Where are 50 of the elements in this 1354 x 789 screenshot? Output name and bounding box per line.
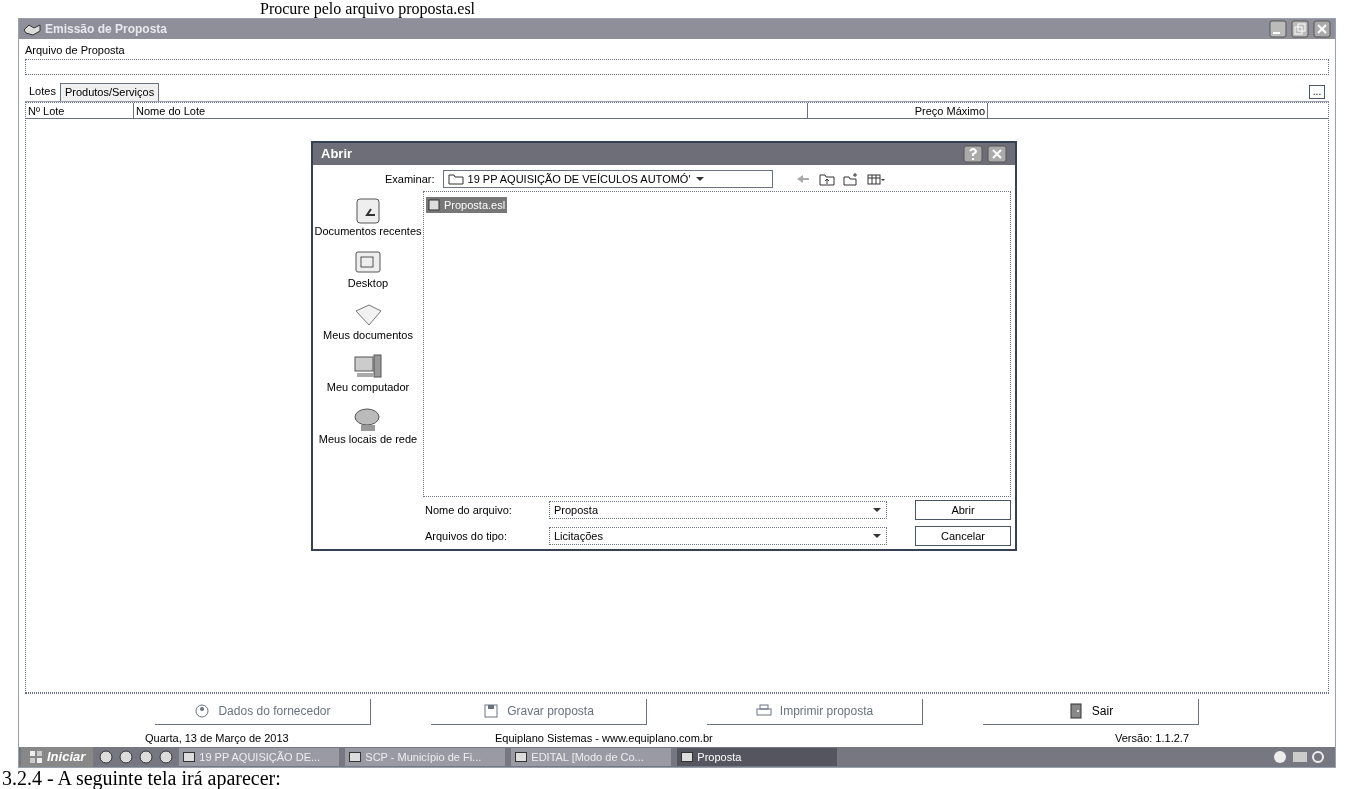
folder-dropdown[interactable]: 19 PP AQUISIÇÃO DE VEÍCULOS AUTOMÓ'	[442, 170, 773, 188]
caret-icon	[872, 507, 882, 513]
file-icon	[428, 199, 440, 211]
field-label: Arquivo de Proposta	[25, 43, 126, 58]
dialog-button[interactable]: Cancelar	[915, 526, 1011, 546]
window-icon	[349, 752, 362, 762]
status-text: Versão: 1.1.2.7	[1114, 730, 1190, 746]
start-button[interactable]: Iniciar	[21, 747, 94, 767]
places-item[interactable]: Meu computador	[313, 351, 423, 393]
window-icon	[183, 752, 196, 762]
field-label: Examinar:	[385, 171, 435, 187]
file-name-field[interactable]: Proposta	[549, 501, 887, 519]
places-item[interactable]: Meus locais de rede	[313, 403, 423, 445]
dialog-button[interactable]: Abrir	[915, 500, 1011, 520]
file-type-dropdown[interactable]: Licitações	[549, 527, 887, 545]
restore-icon[interactable]	[1291, 20, 1309, 38]
field-label: Nome do arquivo:	[424, 502, 513, 518]
view-menu-icon[interactable]	[866, 172, 885, 186]
field-label: Arquivos do tipo:	[424, 528, 508, 544]
places-item[interactable]: Documentos recentes	[313, 195, 423, 237]
browse-button[interactable]: ...	[1309, 84, 1325, 99]
help-icon[interactable]	[963, 145, 983, 163]
printer-icon	[755, 703, 772, 719]
close-icon[interactable]	[987, 145, 1007, 163]
minimize-icon[interactable]	[1269, 20, 1287, 38]
places-item[interactable]: Meus documentos	[313, 299, 423, 341]
new-folder-icon[interactable]	[842, 172, 859, 186]
tab[interactable]: Produtos/Serviços	[60, 82, 160, 101]
caret-icon	[872, 533, 882, 539]
action-button[interactable]: Sair	[983, 698, 1199, 725]
file-path-field[interactable]	[25, 58, 1329, 75]
window-icon	[515, 752, 528, 762]
caret-icon	[694, 176, 705, 182]
close-icon[interactable]	[1313, 20, 1331, 38]
file-item[interactable]: Proposta.esl	[426, 196, 508, 214]
taskbar-button[interactable]: Proposta	[677, 748, 838, 766]
document-caption: 3.2.4 - A seguinte tela irá aparecer:	[1, 768, 282, 788]
status-text: Quarta, 13 de Março de 2013	[144, 730, 290, 746]
computer-icon	[351, 351, 385, 381]
window-icon	[681, 752, 694, 762]
window-title: Emissão de Proposta	[45, 21, 169, 38]
places-item[interactable]: Desktop	[313, 247, 423, 289]
column-header[interactable]: Preço Máximo	[808, 102, 988, 118]
dialog-title: Abrir	[321, 145, 354, 164]
column-header[interactable]: Nome do Lote	[134, 102, 808, 118]
document-heading: Procure pelo arquivo proposta.esl	[259, 0, 477, 18]
up-folder-icon[interactable]	[818, 172, 835, 186]
column-header[interactable]: Nº Lote	[26, 102, 134, 118]
door-icon	[1067, 703, 1084, 719]
status-text: Equiplano Sistemas - www.equiplano.com.br	[494, 730, 714, 746]
